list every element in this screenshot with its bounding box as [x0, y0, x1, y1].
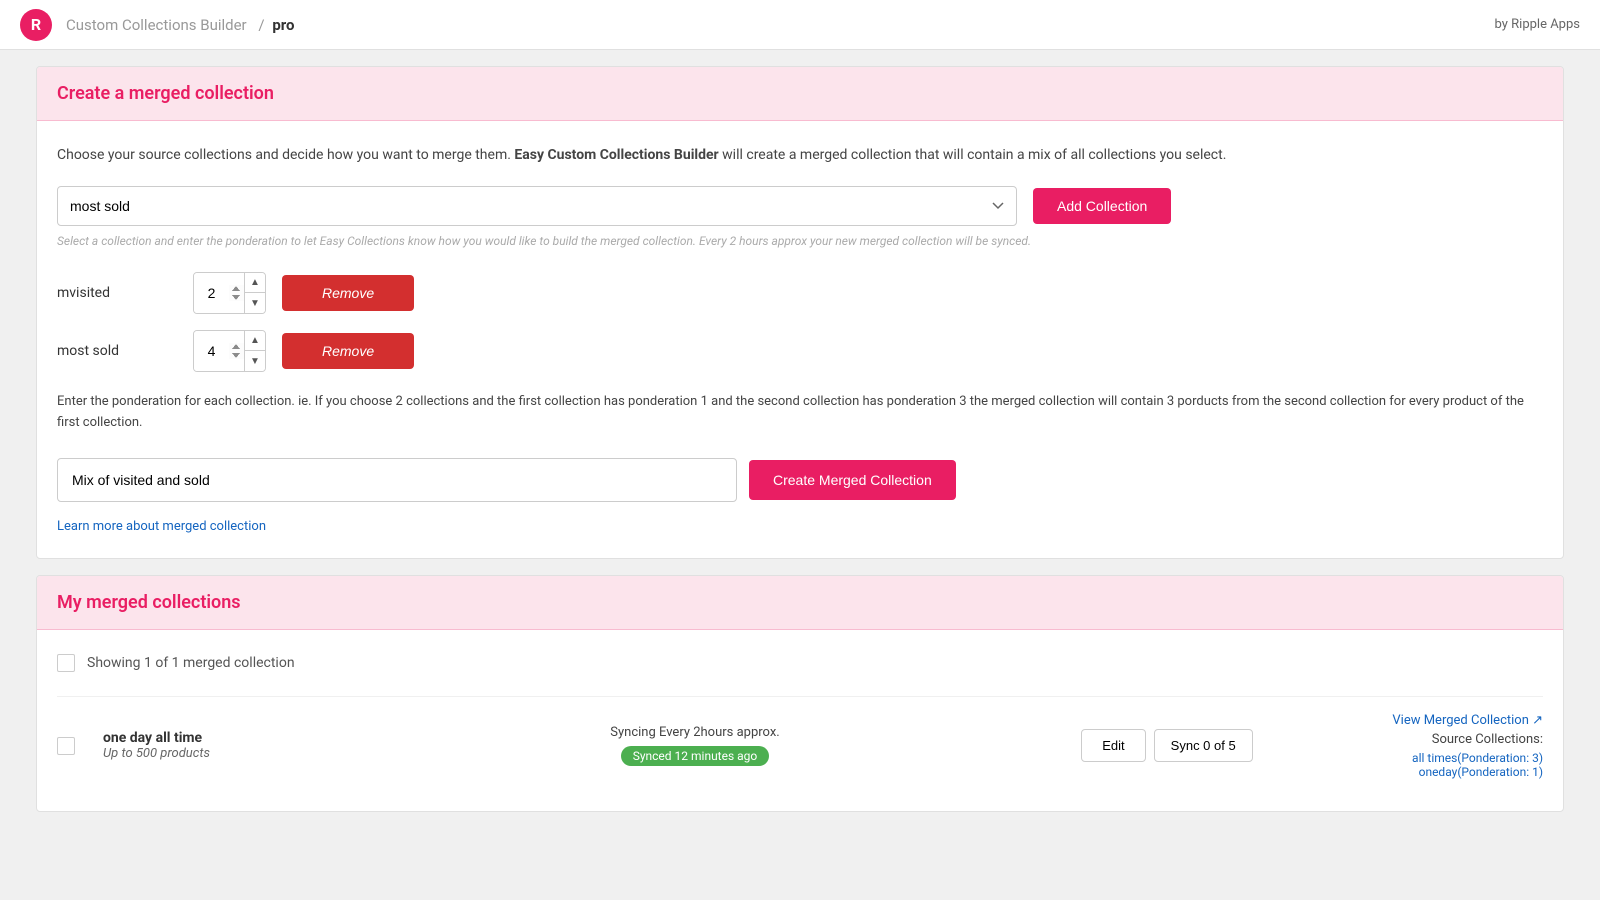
row-checkbox[interactable]: [57, 737, 75, 755]
spinner-up-mvisited[interactable]: ▲: [245, 273, 265, 293]
collection-name-mvisited: mvisited: [57, 285, 177, 301]
app-logo: R: [20, 9, 52, 41]
create-merged-button[interactable]: Create Merged Collection: [749, 460, 956, 500]
add-collection-button[interactable]: Add Collection: [1033, 188, 1171, 224]
edit-button[interactable]: Edit: [1081, 729, 1145, 762]
collection-subtitle: Up to 500 products: [103, 746, 323, 761]
collections-list: Showing 1 of 1 merged collection one day…: [37, 630, 1563, 811]
view-merged-link[interactable]: View Merged Collection ↗: [1283, 713, 1543, 728]
app-title: Custom Collections Builder / pro: [62, 16, 295, 34]
collection-select[interactable]: most sold most visited all time: [57, 186, 1017, 226]
showing-row: Showing 1 of 1 merged collection: [57, 646, 1543, 680]
remove-button-mvisited[interactable]: Remove: [282, 275, 414, 311]
row-name-col: one day all time Up to 500 products: [103, 730, 323, 761]
ponderation-input-mostsold[interactable]: [194, 331, 244, 371]
spinner-down-mvisited[interactable]: ▼: [245, 293, 265, 313]
row-links-col: View Merged Collection ↗ Source Collecti…: [1283, 713, 1543, 779]
hint-text: Select a collection and enter the ponder…: [57, 234, 1543, 248]
collection-name-mostsold: most sold: [57, 343, 177, 359]
collection-item-mostsold: most sold ▲ ▼ Remove: [57, 330, 1543, 372]
collection-item-mvisited: mvisited ▲ ▼ Remove: [57, 272, 1543, 314]
select-all-checkbox[interactable]: [57, 654, 75, 672]
create-card-title: Create a merged collection: [57, 83, 1543, 104]
attribution: by Ripple Apps: [1495, 17, 1580, 32]
topbar-left: R Custom Collections Builder / pro: [20, 9, 295, 41]
topbar: R Custom Collections Builder / pro by Ri…: [0, 0, 1600, 50]
create-card-header: Create a merged collection: [37, 67, 1563, 121]
source-label: Source Collections:: [1283, 732, 1543, 747]
number-input-mostsold: ▲ ▼: [193, 330, 266, 372]
ponderation-explanation: Enter the ponderation for each collectio…: [57, 392, 1543, 434]
description: Choose your source collections and decid…: [57, 145, 1543, 166]
row-sync-col: Syncing Every 2hours approx. Synced 12 m…: [339, 725, 1051, 766]
sync-button[interactable]: Sync 0 of 5: [1154, 729, 1253, 762]
table-row: one day all time Up to 500 products Sync…: [57, 696, 1543, 795]
source-link-1[interactable]: all times(Ponderation: 3): [1283, 751, 1543, 765]
select-row: most sold most visited all time Add Coll…: [57, 186, 1543, 226]
row-checkbox-col: [57, 737, 87, 755]
showing-label: Showing 1 of 1 merged collection: [87, 655, 295, 671]
sync-badge: Synced 12 minutes ago: [621, 746, 770, 766]
sync-schedule: Syncing Every 2hours approx.: [339, 725, 1051, 740]
create-row: Create Merged Collection: [57, 458, 1543, 502]
row-actions-col: Edit Sync 0 of 5: [1067, 729, 1267, 762]
spinner-up-mostsold[interactable]: ▲: [245, 331, 265, 351]
create-card-body: Choose your source collections and decid…: [37, 121, 1563, 558]
create-merged-card: Create a merged collection Choose your s…: [36, 66, 1564, 559]
learn-more-link[interactable]: Learn more about merged collection: [57, 519, 266, 534]
remove-button-mostsold[interactable]: Remove: [282, 333, 414, 369]
number-input-mvisited: ▲ ▼: [193, 272, 266, 314]
ponderation-input-mvisited[interactable]: [194, 273, 244, 313]
my-collections-title: My merged collections: [57, 592, 1543, 613]
spinner-down-mostsold[interactable]: ▼: [245, 351, 265, 371]
collection-title: one day all time: [103, 730, 323, 746]
main-content: Create a merged collection Choose your s…: [20, 50, 1580, 844]
my-collections-header: My merged collections: [37, 576, 1563, 630]
new-collection-name-input[interactable]: [57, 458, 737, 502]
my-collections-card: My merged collections Showing 1 of 1 mer…: [36, 575, 1564, 812]
source-link-2[interactable]: oneday(Ponderation: 1): [1283, 765, 1543, 779]
